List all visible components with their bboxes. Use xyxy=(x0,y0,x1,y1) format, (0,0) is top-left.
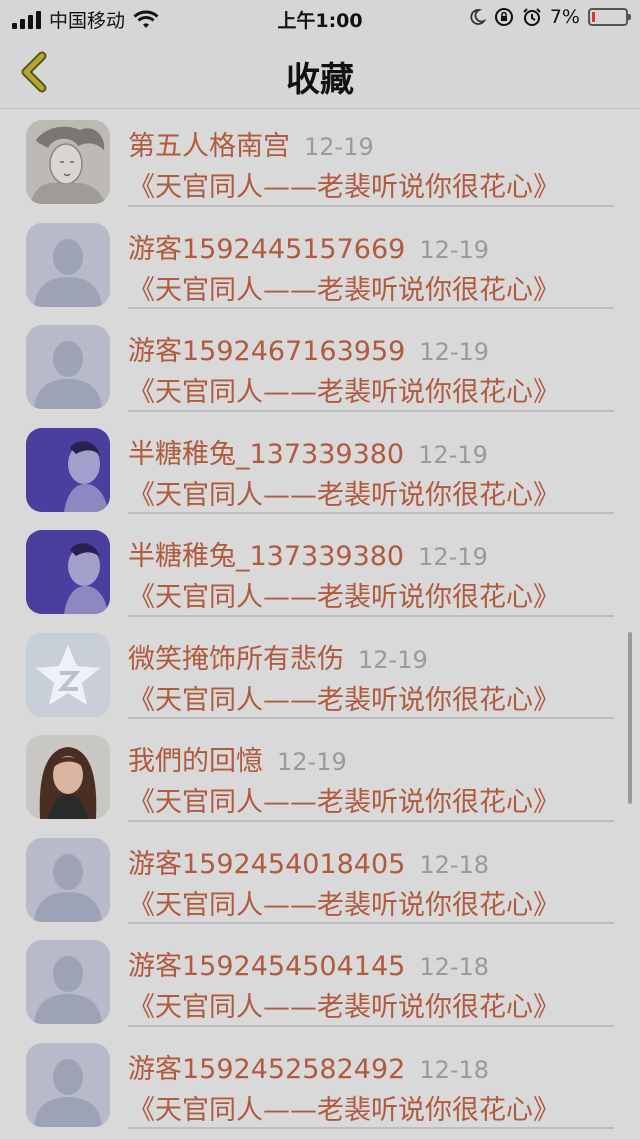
avatar[interactable] xyxy=(26,837,110,922)
item-date: 12-19 xyxy=(358,645,428,674)
item-date: 12-19 xyxy=(304,133,374,161)
item-title-line: 游客1592454504145 12-18 xyxy=(128,944,489,983)
item-date: 12-18 xyxy=(419,953,490,981)
story-title: 《天官同人——老裴听说你很花心》 xyxy=(128,377,560,408)
divider xyxy=(128,1127,614,1129)
divider xyxy=(128,614,614,617)
navigation-bar: 收藏 xyxy=(0,36,640,109)
item-title-line: 游客1592445157669 12-19 xyxy=(128,227,489,266)
orientation-lock-icon xyxy=(494,8,513,26)
list-item[interactable]: 第五人格南宫 12-19 《天官同人——老裴听说你很花心》 xyxy=(0,110,640,213)
item-title-line: 半糖稚兔_137339380 12-19 xyxy=(128,534,488,573)
divider xyxy=(128,1024,614,1027)
user-name: 游客1592452582492 xyxy=(128,1053,406,1085)
item-title-line: 我們的回憶 12-19 xyxy=(128,739,347,778)
avatar[interactable] xyxy=(26,735,110,819)
status-right: 7% xyxy=(468,6,631,28)
story-title: 《天官同人——老裴听说你很花心》 xyxy=(128,787,560,818)
moon-icon xyxy=(470,9,486,25)
item-date: 12-19 xyxy=(418,543,488,571)
alarm-icon xyxy=(523,8,541,26)
list-item[interactable]: 游客1592467163959 12-19 《天官同人——老裴听说你很花心》 xyxy=(0,315,640,418)
divider xyxy=(128,922,614,924)
avatar[interactable] xyxy=(26,1042,110,1127)
avatar[interactable] xyxy=(26,222,110,307)
item-date: 12-19 xyxy=(419,338,490,366)
battery-icon xyxy=(588,8,631,26)
user-name: 半糖稚兔_137339380 xyxy=(128,438,405,470)
list-item[interactable]: 微笑掩饰所有悲伤 12-19 《天官同人——老裴听说你很花心》 xyxy=(0,623,640,726)
story-title: 《天官同人——老裴听说你很花心》 xyxy=(128,992,560,1023)
item-title-line: 游客1592452582492 12-18 xyxy=(128,1047,489,1086)
avatar[interactable] xyxy=(26,632,110,717)
list-item[interactable]: 半糖稚兔_137339380 12-19 《天官同人——老裴听说你很花心》 xyxy=(0,418,640,521)
story-title: 《天官同人——老裴听说你很花心》 xyxy=(128,479,560,511)
item-title-line: 半糖稚兔_137339380 12-19 xyxy=(128,432,488,471)
story-title: 《天官同人——老裴听说你很花心》 xyxy=(128,684,560,716)
list-item[interactable]: 我們的回憶 12-19 《天官同人——老裴听说你很花心》 xyxy=(0,725,640,828)
avatar[interactable] xyxy=(26,120,110,204)
page-title: 收藏 xyxy=(286,60,354,100)
avatar[interactable] xyxy=(26,325,110,409)
divider xyxy=(128,819,614,822)
list-item[interactable]: 半糖稚兔_137339380 12-19 《天官同人——老裴听说你很花心》 xyxy=(0,520,640,623)
item-title-line: 第五人格南宫 12-19 xyxy=(128,124,374,163)
item-date: 12-19 xyxy=(277,748,347,776)
item-title-line: 游客1592467163959 12-19 xyxy=(128,329,489,368)
user-name: 游客1592454504145 xyxy=(128,951,406,982)
list-item[interactable]: 游客1592452582492 12-18 《天官同人——老裴听说你很花心》 xyxy=(0,1033,640,1136)
story-title: 《天官同人——老裴听说你很花心》 xyxy=(128,582,560,613)
avatar[interactable] xyxy=(26,530,110,614)
avatar[interactable] xyxy=(26,427,110,512)
item-title-line: 微笑掩饰所有悲伤 12-19 xyxy=(128,637,428,676)
list-item[interactable]: 游客1592445157669 12-19 《天官同人——老裴听说你很花心》 xyxy=(0,213,640,316)
avatar[interactable] xyxy=(26,940,110,1024)
user-name: 第五人格南宫 xyxy=(128,131,290,162)
divider xyxy=(128,512,614,514)
list-item[interactable]: 游客1592454504145 12-18 《天官同人——老裴听说你很花心》 xyxy=(0,930,640,1033)
story-title: 《天官同人——老裴听说你很花心》 xyxy=(128,274,560,306)
favorites-list: 第五人格南宫 12-19 《天官同人——老裴听说你很花心》 游客15924451576… xyxy=(0,110,640,1135)
user-name: 我們的回憶 xyxy=(128,746,263,777)
item-date: 12-19 xyxy=(418,440,488,469)
item-date: 12-18 xyxy=(419,1055,490,1084)
divider xyxy=(128,409,614,412)
list-item[interactable]: 游客1592454018405 12-18 《天官同人——老裴听说你很花心》 xyxy=(0,828,640,931)
scrollbar[interactable] xyxy=(628,632,632,804)
status-bar: 中国移动 上午1:00 7% xyxy=(0,0,640,36)
item-date: 12-19 xyxy=(419,235,490,264)
story-title: 《天官同人——老裴听说你很花心》 xyxy=(128,889,560,921)
user-name: 游客1592467163959 xyxy=(128,336,406,367)
user-name: 游客1592445157669 xyxy=(128,233,406,265)
divider xyxy=(128,717,614,719)
battery-percent: 7% xyxy=(549,6,580,28)
user-name: 微笑掩饰所有悲伤 xyxy=(128,643,344,675)
user-name: 游客1592454018405 xyxy=(128,848,406,880)
divider xyxy=(128,307,614,309)
item-title-line: 游客1592454018405 12-18 xyxy=(128,842,489,881)
story-title: 《天官同人——老裴听说你很花心》 xyxy=(128,1094,560,1126)
story-title: 《天官同人——老裴听说你很花心》 xyxy=(128,172,560,203)
user-name: 半糖稚兔_137339380 xyxy=(128,541,405,572)
item-date: 12-18 xyxy=(419,850,490,879)
divider xyxy=(128,204,614,207)
